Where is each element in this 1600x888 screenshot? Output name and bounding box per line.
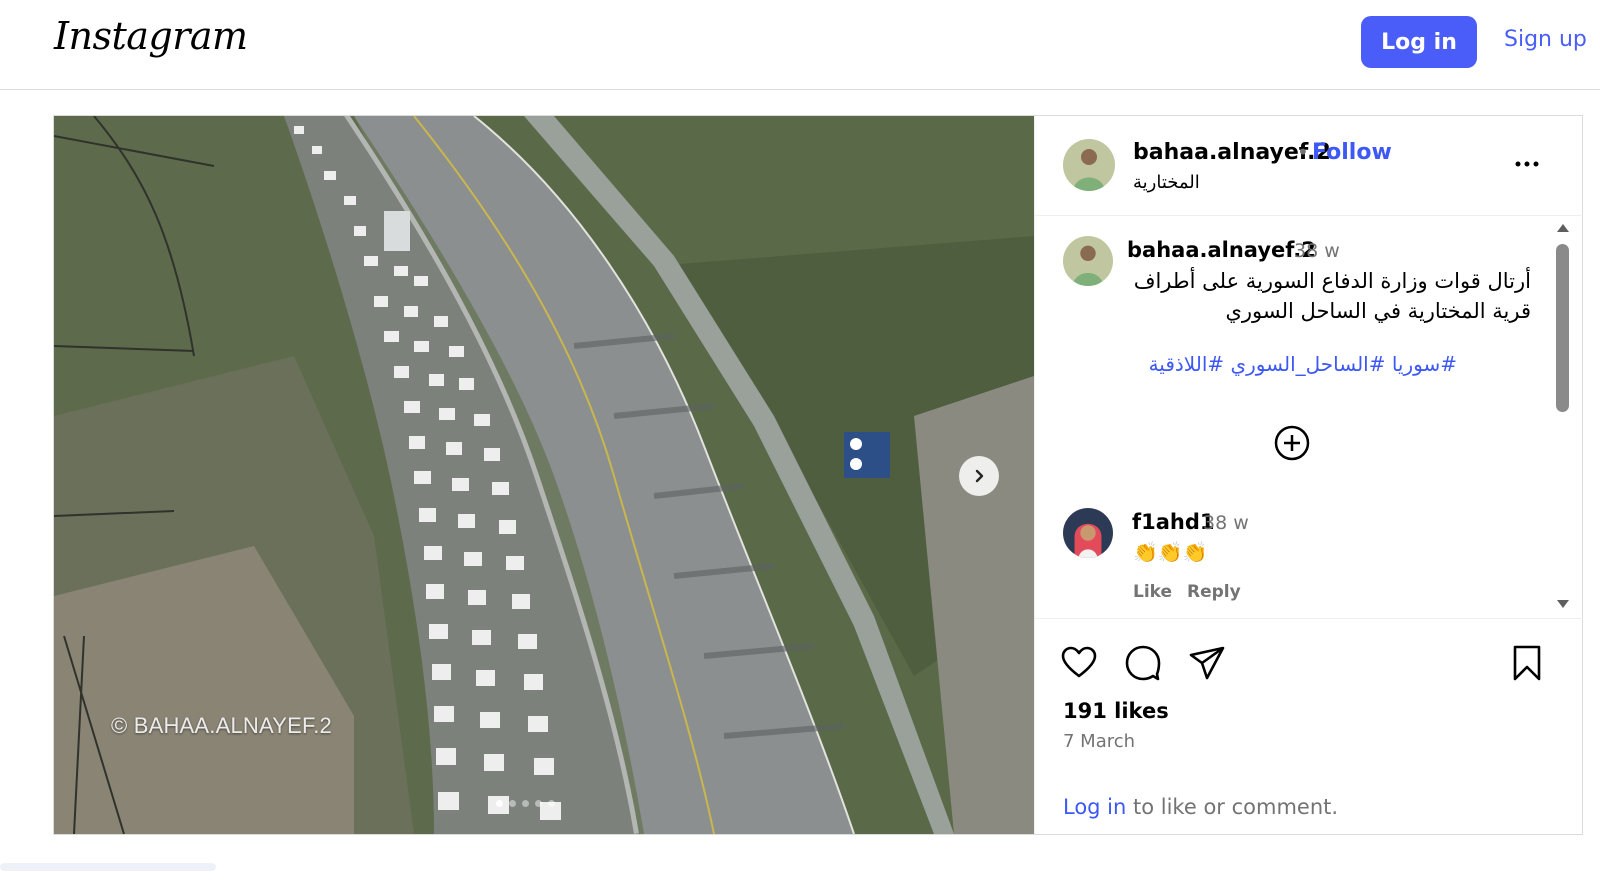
login-button[interactable]: Log in bbox=[1361, 16, 1477, 68]
caption-timestamp[interactable]: 38 w bbox=[1294, 240, 1340, 262]
post-date[interactable]: 7 March bbox=[1063, 731, 1135, 752]
login-prompt-text: to like or comment. bbox=[1126, 795, 1339, 819]
caption-author-avatar[interactable] bbox=[1063, 236, 1113, 286]
carousel-dot bbox=[496, 800, 503, 807]
bookmark-icon bbox=[1513, 645, 1541, 681]
comment-reply-button[interactable]: Reply bbox=[1187, 582, 1241, 602]
instagram-logo[interactable]: Instagram bbox=[54, 14, 248, 58]
scroll-down-arrow-icon[interactable] bbox=[1557, 600, 1569, 608]
plus-circle-icon bbox=[1274, 425, 1310, 461]
page-footer-edge bbox=[0, 863, 216, 871]
paper-plane-icon bbox=[1189, 646, 1225, 680]
post-side-panel: bahaa.alnayef.2 • Follow المختارية bahaa… bbox=[1034, 116, 1583, 834]
comment-button[interactable] bbox=[1123, 643, 1163, 683]
load-more-comments-button[interactable] bbox=[1273, 424, 1311, 462]
comment-timestamp[interactable]: 38 w bbox=[1203, 512, 1249, 534]
save-button[interactable] bbox=[1507, 643, 1547, 683]
carousel-next-button[interactable] bbox=[959, 456, 999, 496]
comment-bubble-icon bbox=[1125, 645, 1161, 681]
profile-photo-icon bbox=[1063, 236, 1113, 286]
comment-text: 👏👏👏 bbox=[1133, 540, 1208, 564]
carousel-dot bbox=[535, 800, 542, 807]
share-button[interactable] bbox=[1187, 643, 1227, 683]
more-horizontal-icon bbox=[1515, 161, 1539, 167]
follow-button[interactable]: Follow bbox=[1312, 140, 1392, 165]
carousel-dots bbox=[496, 800, 555, 807]
login-link[interactable]: Log in bbox=[1063, 795, 1126, 819]
scrollbar-thumb[interactable] bbox=[1556, 244, 1569, 412]
post-header: bahaa.alnayef.2 • Follow المختارية bbox=[1035, 116, 1583, 216]
post-image[interactable]: © BAHAA.ALNAYEF.2 bbox=[54, 116, 1034, 834]
author-avatar[interactable] bbox=[1063, 139, 1115, 191]
comments-scrollbar[interactable] bbox=[1553, 220, 1571, 616]
post-actions: 191 likes 7 March Log in to like or comm… bbox=[1035, 618, 1583, 834]
comments-section: bahaa.alnayef.2 38 w أرتال قوات وزارة ال… bbox=[1035, 216, 1583, 618]
like-button[interactable] bbox=[1059, 643, 1099, 683]
carousel-dot bbox=[548, 800, 555, 807]
post-location[interactable]: المختارية bbox=[1133, 172, 1200, 193]
caption-username[interactable]: bahaa.alnayef.2 bbox=[1127, 238, 1316, 262]
carousel-dot bbox=[522, 800, 529, 807]
caption-hashtags[interactable]: #سوريا #الساحل_السوري #اللاذقية bbox=[1127, 352, 1457, 376]
like-count[interactable]: 191 likes bbox=[1063, 699, 1169, 723]
profile-photo-icon bbox=[1063, 139, 1115, 191]
post-card: © BAHAA.ALNAYEF.2 bahaa.alnayef.2 • Foll… bbox=[53, 115, 1583, 835]
more-options-button[interactable] bbox=[1513, 154, 1541, 174]
commenter-avatar[interactable] bbox=[1063, 508, 1113, 558]
heart-icon bbox=[1061, 646, 1097, 678]
chevron-right-icon bbox=[975, 469, 984, 483]
caption-text: أرتال قوات وزارة الدفاع السورية على أطرا… bbox=[1133, 269, 1531, 323]
scroll-up-arrow-icon[interactable] bbox=[1557, 224, 1569, 232]
photo-watermark: © BAHAA.ALNAYEF.2 bbox=[111, 713, 332, 738]
login-prompt: Log in to like or comment. bbox=[1063, 795, 1338, 819]
carousel-dot bbox=[509, 800, 516, 807]
top-bar: Instagram Log in Sign up bbox=[0, 0, 1600, 90]
comment-like-button[interactable]: Like bbox=[1133, 582, 1172, 602]
signup-link[interactable]: Sign up bbox=[1504, 27, 1587, 52]
profile-photo-icon bbox=[1063, 508, 1113, 558]
header-separator: • bbox=[1297, 140, 1309, 164]
